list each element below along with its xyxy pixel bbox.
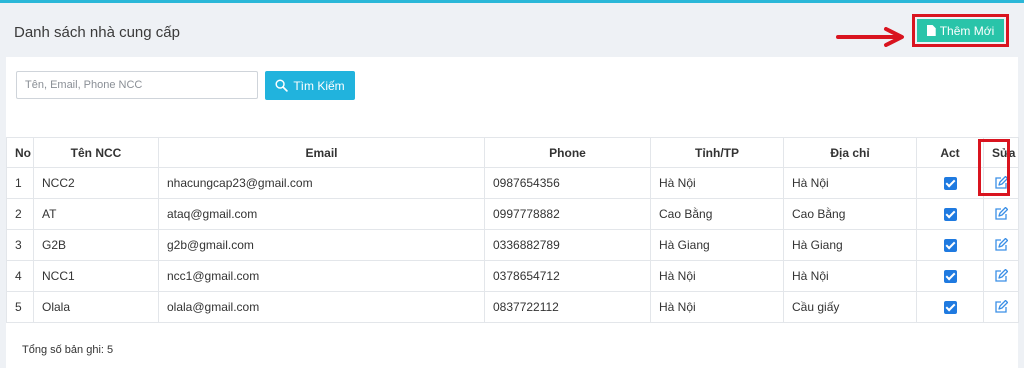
table-row: 2 AT ataq@gmail.com 0997778882 Cao Bằng … bbox=[6, 198, 1019, 230]
cell-phone: 0987654356 bbox=[484, 167, 651, 199]
table-row: 4 NCC1 ncc1@gmail.com 0378654712 Hà Nội … bbox=[6, 260, 1019, 292]
cell-act bbox=[916, 260, 984, 292]
page-title: Danh sách nhà cung cấp bbox=[14, 24, 180, 41]
table-row: 5 Olala olala@gmail.com 0837722112 Hà Nộ… bbox=[6, 291, 1019, 323]
cell-email: nhacungcap23@gmail.com bbox=[158, 167, 485, 199]
cell-edit bbox=[983, 198, 1019, 230]
cell-email: olala@gmail.com bbox=[158, 291, 485, 323]
add-new-label: Thêm Mới bbox=[939, 23, 995, 38]
act-checkbox-icon[interactable] bbox=[943, 208, 957, 222]
cell-email: ataq@gmail.com bbox=[158, 198, 485, 230]
cell-phone: 0997778882 bbox=[484, 198, 651, 230]
column-header-edit: Sửa bbox=[983, 137, 1019, 168]
cell-province: Cao Bằng bbox=[650, 198, 784, 230]
search-button[interactable]: Tìm Kiếm bbox=[265, 71, 355, 100]
cell-name: G2B bbox=[33, 229, 159, 261]
cell-phone: 0336882789 bbox=[484, 229, 651, 261]
cell-address: Cao Bằng bbox=[783, 198, 917, 230]
cell-province: Hà Giang bbox=[650, 229, 784, 261]
cell-address: Hà Nội bbox=[783, 260, 917, 292]
edit-icon[interactable] bbox=[994, 176, 1009, 190]
column-header-name: Tên NCC bbox=[33, 137, 159, 168]
cell-no: 3 bbox=[6, 229, 34, 261]
add-button-highlight: Thêm Mới bbox=[912, 14, 1009, 47]
cell-no: 5 bbox=[6, 291, 34, 323]
edit-icon[interactable] bbox=[994, 238, 1009, 252]
cell-name: NCC2 bbox=[33, 167, 159, 199]
act-checkbox-icon[interactable] bbox=[943, 239, 957, 253]
add-new-button[interactable]: Thêm Mới bbox=[917, 19, 1004, 42]
cell-phone: 0837722112 bbox=[484, 291, 651, 323]
cell-edit bbox=[983, 260, 1019, 292]
column-header-address: Địa chỉ bbox=[783, 137, 917, 168]
cell-province: Hà Nội bbox=[650, 291, 784, 323]
edit-icon[interactable] bbox=[994, 300, 1009, 314]
table-header-row: No Tên NCC Email Phone Tỉnh/TP Địa chỉ A… bbox=[6, 137, 1019, 168]
search-button-label: Tìm Kiếm bbox=[293, 78, 345, 93]
cell-province: Hà Nội bbox=[650, 167, 784, 199]
column-header-email: Email bbox=[158, 137, 485, 168]
cell-act bbox=[916, 291, 984, 323]
total-records: Tổng số bản ghi: 5 bbox=[22, 344, 114, 356]
table-row: 3 G2B g2b@gmail.com 0336882789 Hà Giang … bbox=[6, 229, 1019, 261]
cell-address: Cầu giấy bbox=[783, 291, 917, 323]
cell-address: Hà Giang bbox=[783, 229, 917, 261]
column-header-act: Act bbox=[916, 137, 984, 168]
edit-icon[interactable] bbox=[994, 207, 1009, 221]
cell-province: Hà Nội bbox=[650, 260, 784, 292]
act-checkbox-icon[interactable] bbox=[943, 177, 957, 191]
cell-address: Hà Nội bbox=[783, 167, 917, 199]
document-icon bbox=[926, 25, 936, 36]
cell-name: Olala bbox=[33, 291, 159, 323]
cell-no: 2 bbox=[6, 198, 34, 230]
cell-edit bbox=[983, 167, 1019, 199]
cell-edit bbox=[983, 229, 1019, 261]
act-checkbox-icon[interactable] bbox=[943, 270, 957, 284]
cell-name: AT bbox=[33, 198, 159, 230]
cell-act bbox=[916, 198, 984, 230]
cell-no: 4 bbox=[6, 260, 34, 292]
cell-act bbox=[916, 229, 984, 261]
search-icon bbox=[275, 79, 289, 92]
supplier-list-card: Tìm Kiếm No Tên NCC Email Phone Tỉnh/TP … bbox=[6, 57, 1019, 368]
annotation-arrow-icon bbox=[836, 27, 904, 47]
cell-act bbox=[916, 167, 984, 199]
table-row: 1 NCC2 nhacungcap23@gmail.com 0987654356… bbox=[6, 167, 1019, 199]
column-header-no: No bbox=[6, 137, 34, 168]
cell-email: g2b@gmail.com bbox=[158, 229, 485, 261]
column-header-province: Tỉnh/TP bbox=[650, 137, 784, 168]
act-checkbox-icon[interactable] bbox=[943, 301, 957, 315]
supplier-table: No Tên NCC Email Phone Tỉnh/TP Địa chỉ A… bbox=[6, 137, 1019, 323]
cell-phone: 0378654712 bbox=[484, 260, 651, 292]
column-header-phone: Phone bbox=[484, 137, 651, 168]
search-input[interactable] bbox=[16, 71, 258, 99]
cell-no: 1 bbox=[6, 167, 34, 199]
edit-icon[interactable] bbox=[994, 269, 1009, 283]
cell-edit bbox=[983, 291, 1019, 323]
cell-name: NCC1 bbox=[33, 260, 159, 292]
page-header: Danh sách nhà cung cấp Thêm Mới bbox=[0, 3, 1024, 57]
cell-email: ncc1@gmail.com bbox=[158, 260, 485, 292]
